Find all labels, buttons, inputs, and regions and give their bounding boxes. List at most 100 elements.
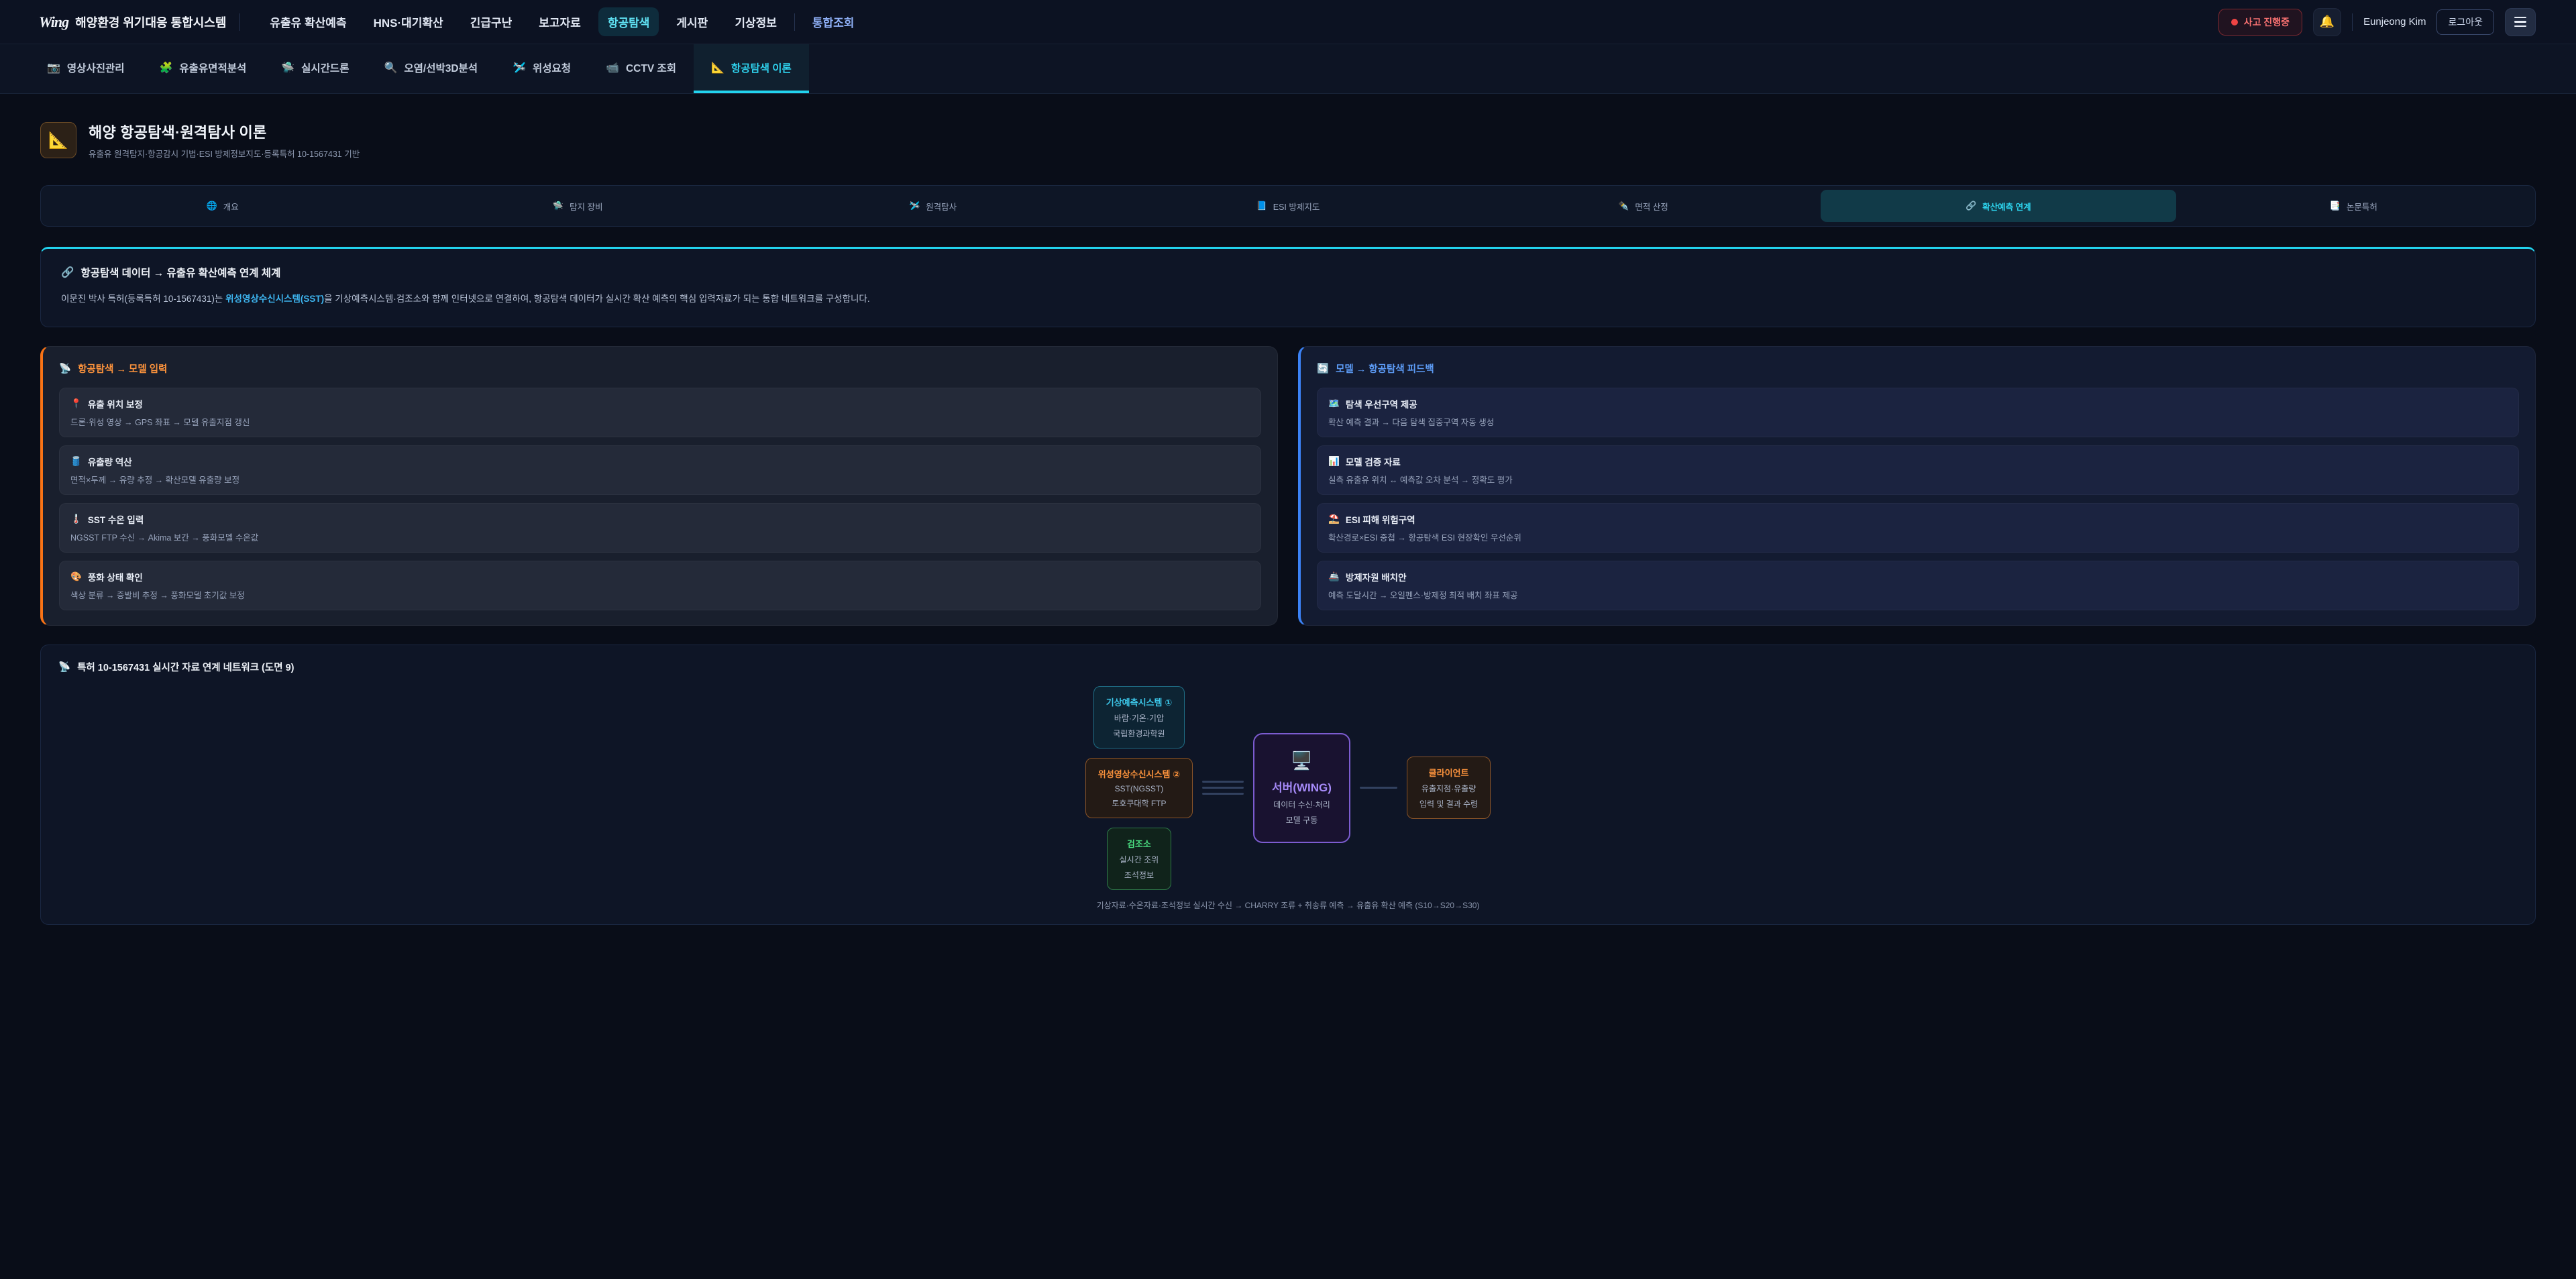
- subtab-label: 항공탐색 이론: [731, 60, 792, 75]
- section-description: 이문진 박사 특허(등록특허 10-1567431)는 위성영상수신시스템(SS…: [61, 292, 2515, 307]
- list-item-esi-damage-risk-zone: ⛱️ ESI 피해 위험구역 확산경로×ESI 중첩 → 항공탐색 ESI 현장…: [1317, 503, 2519, 553]
- flying-saucer-icon: 🛸: [553, 201, 564, 211]
- node-client: 클라이언트 유출지점·유출량 입력 및 결과 수령: [1407, 757, 1491, 819]
- subtab-label: 실시간드론: [301, 60, 349, 75]
- node-title: 검조소: [1120, 837, 1159, 850]
- subtab-cctv-view[interactable]: 📹 CCTV 조회: [588, 44, 694, 93]
- panel-title-row: 📡 항공탐색 → 모델 입력: [59, 362, 1261, 376]
- page-icon-box: 📐: [40, 122, 76, 158]
- subtab-image-photo-management[interactable]: 📷 영상사진관리: [30, 44, 142, 93]
- panel-item-list: 📍 유출 위치 보정 드론·위성 영상 → GPS 좌표 → 모델 유출지점 갱…: [59, 388, 1261, 610]
- item-description: 예측 도달시간 → 오일펜스·방제정 최적 배치 좌표 제공: [1328, 588, 2508, 601]
- subtab-pollution-ship-3d[interactable]: 🔍 오염/선박3D분석: [366, 44, 495, 93]
- video-camera-icon: 📹: [606, 61, 619, 74]
- notification-button[interactable]: 🔔: [2313, 8, 2341, 36]
- hamburger-bar: [2514, 21, 2526, 23]
- node-line: 조석정보: [1120, 869, 1159, 881]
- list-item-model-validation-data: 📊 모델 검증 자료 실측 유출유 위치 ↔ 예측값 오차 분석 → 정확도 평…: [1317, 445, 2519, 495]
- pen-icon: ✒️: [1618, 201, 1629, 211]
- secondary-tab-bar: 📷 영상사진관리 🧩 유출유면적분석 🛸 실시간드론 🔍 오염/선박3D분석 🛩…: [0, 44, 2576, 94]
- menu-item-board[interactable]: 게시판: [667, 7, 717, 36]
- sst-system-link[interactable]: 위성영상수신시스템(SST): [225, 294, 324, 304]
- tab-overview[interactable]: 🌐 개요: [45, 190, 400, 222]
- section-title-row: 🔗 항공탐색 데이터 → 유출유 확산예측 연계 체계: [61, 265, 2515, 280]
- node-title: 기상예측시스템 ①: [1106, 696, 1172, 708]
- menu-item-aerial-search[interactable]: 항공탐색: [598, 7, 659, 36]
- tab-label: 확산예측 연계: [1982, 200, 2031, 213]
- diagram-caption: 기상자료·수온자료·조석정보 실시간 수신 → CHARRY 조류 + 취송류 …: [58, 899, 2518, 911]
- bookmark-tabs-icon: 📑: [2330, 201, 2341, 211]
- patent-network-diagram-section: 📡 특허 10-1567431 실시간 자료 연계 네트워크 (도면 9) 기상…: [40, 645, 2536, 925]
- menu-item-weather-info[interactable]: 기상정보: [725, 7, 786, 36]
- tab-papers-patents[interactable]: 📑 논문특허: [2176, 190, 2531, 222]
- bell-icon: 🔔: [2320, 15, 2334, 29]
- list-item-sst-temperature-input: 🌡️ SST 수온 입력 NGSST FTP 수신 → Akima 보간 → 풍…: [59, 503, 1261, 553]
- diagram-title-row: 📡 특허 10-1567431 실시간 자료 연계 네트워크 (도면 9): [58, 660, 2518, 674]
- connector-line: [1202, 793, 1244, 795]
- item-title-row: 🚢 방제자원 배치안: [1328, 570, 2508, 583]
- node-title: 위성영상수신시스템 ②: [1098, 767, 1180, 780]
- desktop-computer-icon: 🖥️: [1272, 750, 1332, 771]
- subtab-label: 유출유면적분석: [179, 60, 246, 75]
- description-text: 을 기상예측시스템·검조소와 함께 인터넷으로 연결하여, 항공탐색 데이터가 …: [324, 294, 869, 304]
- menu-item-emergency-rescue[interactable]: 긴급구난: [461, 7, 522, 36]
- node-line: 모델 구동: [1272, 814, 1332, 826]
- menu-item-reports[interactable]: 보고자료: [529, 7, 590, 36]
- item-title-row: 🌡️ SST 수온 입력: [70, 512, 1250, 526]
- network-diagram: 기상예측시스템 ① 바람·기온·기압 국립환경과학원 위성영상수신시스템 ② S…: [58, 686, 2518, 890]
- item-description: 색상 분류 → 증발비 추정 → 풍화모델 초기값 보정: [70, 588, 1250, 601]
- subtab-label: CCTV 조회: [626, 60, 676, 75]
- list-item-spill-location-correction: 📍 유출 위치 보정 드론·위성 영상 → GPS 좌표 → 모델 유출지점 갱…: [59, 388, 1261, 437]
- logo-system-name: 해양환경 위기대응 통합시스템: [75, 13, 226, 31]
- node-line: 입력 및 결과 수령: [1419, 798, 1478, 810]
- tab-label: 논문특허: [2347, 200, 2377, 213]
- panel-item-list: 🗺️ 탐색 우선구역 제공 확산 예측 결과 → 다음 탐색 집중구역 자동 생…: [1317, 388, 2519, 610]
- divider: [239, 13, 240, 31]
- refresh-arrows-icon: 🔄: [1317, 363, 1329, 374]
- triangular-ruler-icon: 📐: [711, 61, 724, 74]
- item-description: 실측 유출유 위치 ↔ 예측값 오차 분석 → 정확도 평가: [1328, 473, 2508, 486]
- tab-label: ESI 방제지도: [1273, 200, 1320, 213]
- subtab-satellite-request[interactable]: 🛩️ 위성요청: [495, 44, 588, 93]
- puzzle-icon: 🧩: [159, 61, 172, 74]
- node-title: 서버(WING): [1272, 778, 1332, 795]
- pin-icon: 📍: [70, 398, 82, 409]
- ship-icon: 🚢: [1328, 571, 1340, 582]
- world-map-icon: 🗺️: [1328, 398, 1340, 409]
- node-weather-forecast-system: 기상예측시스템 ① 바람·기온·기압 국립환경과학원: [1093, 686, 1185, 748]
- page-subtitle: 유출유 원격탐지·항공감시 기법·ESI 방제정보지도·등록특허 10-1567…: [89, 147, 360, 160]
- subtab-label: 위성요청: [533, 60, 571, 75]
- node-line: SST(NGSST): [1098, 784, 1180, 793]
- menu-item-integrated-search[interactable]: 통합조회: [803, 7, 864, 36]
- node-title: 클라이언트: [1419, 766, 1478, 779]
- hamburger-menu-button[interactable]: [2505, 8, 2536, 36]
- item-title: 모델 검증 자료: [1346, 455, 1401, 468]
- subtab-realtime-drone[interactable]: 🛸 실시간드론: [264, 44, 366, 93]
- description-text: 이문진 박사 특허(등록특허 10-1567431)는: [61, 294, 225, 304]
- subtab-oil-area-analysis[interactable]: 🧩 유출유면적분석: [142, 44, 264, 93]
- tab-label: 면적 산정: [1635, 200, 1668, 213]
- drone-icon: 🛸: [281, 61, 294, 74]
- list-item-response-resource-deployment: 🚢 방제자원 배치안 예측 도달시간 → 오일펜스·방제정 최적 배치 좌표 제…: [1317, 561, 2519, 610]
- panels-row: 📡 항공탐색 → 모델 입력 📍 유출 위치 보정 드론·위성 영상 → GPS…: [40, 346, 2536, 626]
- tab-area-calculation[interactable]: ✒️ 면적 산정: [1466, 190, 1821, 222]
- panel-aerial-to-model-input: 📡 항공탐색 → 모델 입력 📍 유출 위치 보정 드론·위성 영상 → GPS…: [40, 346, 1278, 626]
- globe-icon: 🌐: [207, 201, 217, 211]
- connector-triple-lines: [1202, 781, 1244, 795]
- tab-esi-map[interactable]: 📘 ESI 방제지도: [1110, 190, 1465, 222]
- item-title: 유출량 역산: [88, 455, 132, 468]
- tab-diffusion-forecast-link[interactable]: 🔗 확산예측 연계: [1821, 190, 2176, 222]
- subtab-aerial-search-theory[interactable]: 📐 항공탐색 이론: [694, 44, 809, 93]
- item-title-row: 🎨 풍화 상태 확인: [70, 570, 1250, 583]
- tab-detection-equipment[interactable]: 🛸 탐지 장비: [400, 190, 755, 222]
- node-line: 토호쿠대학 FTP: [1098, 797, 1180, 809]
- tab-remote-sensing[interactable]: 🛩️ 원격탐사: [755, 190, 1110, 222]
- diagram-title: 특허 10-1567431 실시간 자료 연계 네트워크 (도면 9): [77, 660, 294, 674]
- item-title-row: ⛱️ ESI 피해 위험구역: [1328, 512, 2508, 526]
- app-logo[interactable]: Wing 해양환경 위기대응 통합시스템: [39, 13, 226, 31]
- menu-item-oil-spill-forecast[interactable]: 유출유 확산예측: [260, 7, 356, 36]
- logout-button[interactable]: 로그아웃: [2436, 9, 2494, 35]
- panel-title-row: 🔄 모델 → 항공탐색 피드백: [1317, 362, 2519, 376]
- menu-item-hns-atmospheric[interactable]: HNS·대기확산: [364, 7, 453, 36]
- page-title: 해양 항공탐색·원격탐사 이론: [89, 121, 360, 142]
